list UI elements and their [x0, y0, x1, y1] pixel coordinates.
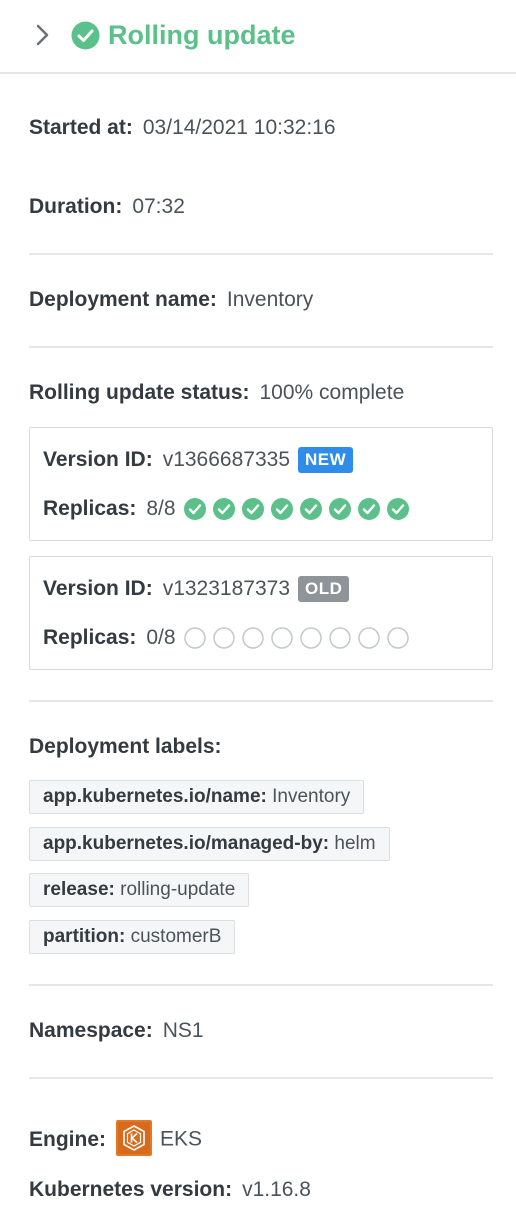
- label-tag: app.kubernetes.io/name: Inventory: [29, 780, 365, 814]
- check-circle-icon: [71, 21, 100, 50]
- version-id-row: Version ID: v1366687335 NEW: [43, 445, 354, 475]
- divider: [29, 253, 493, 255]
- chevron-right-icon[interactable]: [30, 22, 56, 48]
- replicas-row: Replicas: 0/8: [43, 623, 409, 653]
- version-card-old: Version ID: v1323187373 OLD Replicas: 0/8: [29, 556, 493, 670]
- panel-header: Rolling update: [0, 0, 516, 74]
- deployment-name-label: Deployment name:: [29, 288, 217, 311]
- engine-label: Engine:: [29, 1127, 106, 1151]
- replica-dots: [183, 627, 409, 649]
- replica-empty-circle-icon: [386, 627, 409, 649]
- replica-ready-check-icon: [270, 498, 293, 520]
- namespace-row: Namespace: NS1: [29, 1016, 204, 1046]
- page-title: Rolling update: [108, 20, 296, 50]
- replicas-value: 8/8: [146, 497, 176, 520]
- replica-ready-check-icon: [241, 498, 264, 520]
- new-badge: NEW: [298, 447, 354, 473]
- duration-value: 07:32: [132, 195, 185, 218]
- replica-ready-check-icon: [386, 498, 409, 520]
- replica-ready-check-icon: [357, 498, 380, 520]
- replica-empty-circle-icon: [328, 627, 351, 649]
- divider: [29, 700, 493, 702]
- replica-empty-circle-icon: [299, 627, 322, 649]
- namespace-value: NS1: [162, 1019, 204, 1042]
- replica-ready-check-icon: [328, 498, 351, 520]
- eks-logo-icon: [116, 1120, 152, 1156]
- duration-label: Duration:: [29, 195, 123, 218]
- divider: [29, 984, 493, 986]
- replica-empty-circle-icon: [183, 627, 206, 649]
- deployment-labels-title: Deployment labels:: [29, 735, 222, 758]
- rolling-status-label: Rolling update status:: [29, 381, 250, 404]
- rolling-status-row: Rolling update status: 100% complete: [29, 378, 404, 408]
- old-badge: OLD: [298, 576, 350, 602]
- replica-ready-check-icon: [212, 498, 235, 520]
- label-tag: release: rolling-update: [29, 873, 250, 907]
- version-id-row: Version ID: v1323187373 OLD: [43, 574, 350, 604]
- replicas-label: Replicas:: [43, 497, 137, 520]
- kubernetes-version-value: v1.16.8: [242, 1178, 311, 1201]
- version-id-label: Version ID:: [43, 577, 153, 600]
- label-tag: app.kubernetes.io/managed-by: helm: [29, 827, 390, 861]
- replicas-value: 0/8: [146, 626, 176, 649]
- replica-empty-circle-icon: [212, 627, 235, 649]
- version-id-value: v1323187373: [162, 577, 290, 600]
- divider: [29, 346, 493, 348]
- replicas-row: Replicas: 8/8: [43, 494, 409, 524]
- label-tag: partition: customerB: [29, 920, 236, 954]
- divider: [29, 1077, 493, 1079]
- deployment-name-row: Deployment name: Inventory: [29, 285, 313, 315]
- engine-value: EKS: [160, 1127, 203, 1151]
- engine-row: Engine: EKS: [29, 1120, 203, 1156]
- version-id-label: Version ID:: [43, 448, 153, 471]
- version-card-new: Version ID: v1366687335 NEW Replicas: 8/8: [29, 427, 493, 541]
- replica-ready-check-icon: [299, 498, 322, 520]
- replica-empty-circle-icon: [270, 627, 293, 649]
- replica-dots: [183, 498, 409, 520]
- namespace-label: Namespace:: [29, 1019, 153, 1042]
- started-at-label: Started at:: [29, 116, 133, 139]
- rolling-status-value: 100% complete: [259, 381, 405, 404]
- kubernetes-version-label: Kubernetes version:: [29, 1178, 233, 1201]
- replicas-label: Replicas:: [43, 626, 137, 649]
- replica-ready-check-icon: [183, 498, 206, 520]
- replica-empty-circle-icon: [241, 627, 264, 649]
- started-at-row: Started at: 03/14/2021 10:32:16: [29, 113, 336, 143]
- kubernetes-version-row: Kubernetes version: v1.16.8: [29, 1175, 311, 1205]
- version-id-value: v1366687335: [162, 448, 290, 471]
- replica-empty-circle-icon: [357, 627, 380, 649]
- started-at-value: 03/14/2021 10:32:16: [142, 116, 336, 139]
- deployment-name-value: Inventory: [226, 288, 314, 311]
- duration-row: Duration: 07:32: [29, 192, 185, 222]
